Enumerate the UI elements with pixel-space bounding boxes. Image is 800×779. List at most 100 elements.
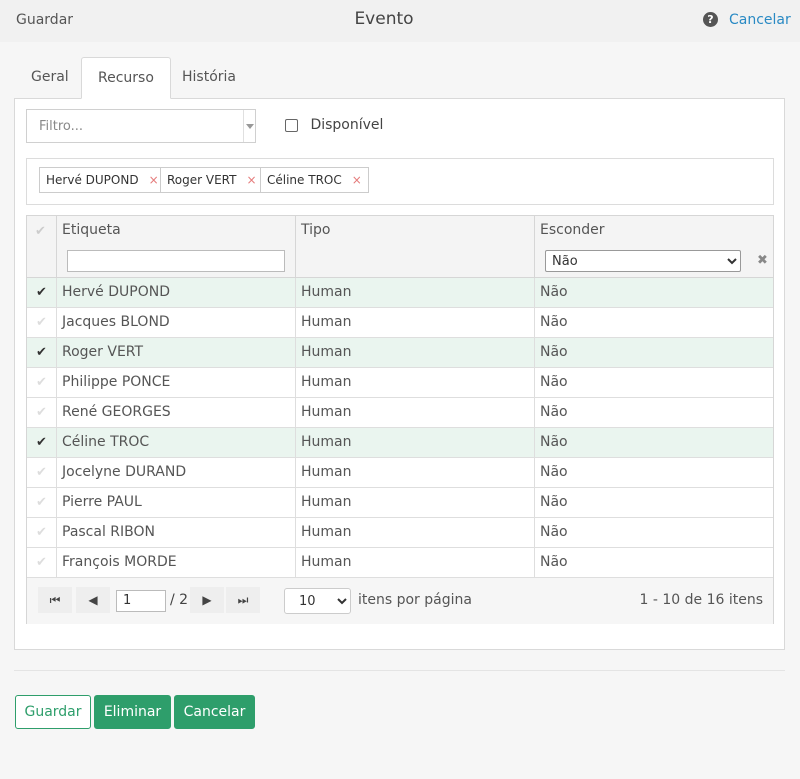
row-check-cell[interactable]: ✔ xyxy=(27,308,57,337)
next-page-icon[interactable]: ▶ xyxy=(190,587,224,613)
chip-celine-troc: Céline TROC × xyxy=(260,167,369,193)
cell-type: Human xyxy=(296,368,535,397)
available-label: Disponível xyxy=(310,117,384,133)
cell-label: François MORDE xyxy=(57,548,296,577)
selected-resources: Hervé DUPOND × Roger VERT × Céline TROC × xyxy=(26,158,774,205)
esconder-filter-select[interactable]: Não xyxy=(545,250,741,272)
page-title: Evento xyxy=(354,9,414,29)
cell-type: Human xyxy=(296,338,535,367)
chip-label: Roger VERT xyxy=(167,173,237,187)
row-check-cell[interactable]: ✔ xyxy=(27,488,57,517)
check-icon: ✔ xyxy=(35,224,46,239)
cell-hide: Não xyxy=(540,374,568,390)
row-check-cell[interactable]: ✔ xyxy=(27,368,57,397)
cell-hide: Não xyxy=(540,554,568,570)
column-label-tipo: Tipo xyxy=(301,222,331,238)
cell-label: Céline TROC xyxy=(57,428,296,457)
cell-label: Jacques BLOND xyxy=(57,308,296,337)
pager: ⏮ ◀ 1 / 2 ▶ ⏭ 10 itens por página 1 - 10… xyxy=(27,578,773,624)
cell-hide: Não xyxy=(540,344,568,360)
filter-input[interactable] xyxy=(27,110,243,142)
divider xyxy=(14,670,785,671)
prev-page-icon[interactable]: ◀ xyxy=(76,587,110,613)
table-row[interactable]: ✔ François MORDE Human Não xyxy=(27,548,773,578)
close-icon[interactable]: × xyxy=(246,173,256,187)
table-row[interactable]: ✔ Roger VERT Human Não xyxy=(27,338,773,368)
cell-hide: Não xyxy=(540,524,568,540)
cell-hide: Não xyxy=(540,434,568,450)
check-icon: ✔ xyxy=(36,285,47,300)
check-icon: ✔ xyxy=(36,375,47,390)
cell-hide: Não xyxy=(540,464,568,480)
etiqueta-filter-input[interactable] xyxy=(67,250,285,272)
top-cancel-link[interactable]: Cancelar xyxy=(729,12,791,28)
row-check-cell[interactable]: ✔ xyxy=(27,548,57,577)
available-toggle[interactable]: Disponível xyxy=(285,117,383,133)
close-icon[interactable]: × xyxy=(352,173,362,187)
cancel-button[interactable]: Cancelar xyxy=(174,695,255,729)
header-check-cell[interactable]: ✔ xyxy=(27,216,57,277)
cell-label: Jocelyne DURAND xyxy=(57,458,296,487)
range-label: 1 - 10 de 16 itens xyxy=(639,592,764,608)
row-check-cell[interactable]: ✔ xyxy=(27,278,57,307)
table-row[interactable]: ✔ Hervé DUPOND Human Não xyxy=(27,278,773,308)
check-icon: ✔ xyxy=(36,315,47,330)
tab-recurso[interactable]: Recurso xyxy=(81,57,171,99)
cell-label: Roger VERT xyxy=(57,338,296,367)
row-check-cell[interactable]: ✔ xyxy=(27,338,57,367)
chip-roger-vert: Roger VERT × xyxy=(160,167,264,193)
check-icon: ✔ xyxy=(36,435,47,450)
cell-hide: Não xyxy=(540,314,568,330)
delete-button[interactable]: Eliminar xyxy=(94,695,171,729)
check-icon: ✔ xyxy=(36,525,47,540)
chevron-down-icon[interactable] xyxy=(243,110,255,142)
table-row[interactable]: ✔ Pascal RIBON Human Não xyxy=(27,518,773,548)
row-check-cell[interactable]: ✔ xyxy=(27,458,57,487)
clear-filter-icon[interactable]: ✖ xyxy=(757,253,768,268)
table-row[interactable]: ✔ Philippe PONCE Human Não xyxy=(27,368,773,398)
chip-label: Hervé DUPOND xyxy=(46,173,139,187)
page-number-input[interactable]: 1 xyxy=(116,590,166,612)
cell-type: Human xyxy=(296,518,535,547)
row-check-cell[interactable]: ✔ xyxy=(27,518,57,547)
row-check-cell[interactable]: ✔ xyxy=(27,428,57,457)
table-row[interactable]: ✔ René GEORGES Human Não xyxy=(27,398,773,428)
column-label-etiqueta: Etiqueta xyxy=(62,222,121,238)
cell-hide: Não xyxy=(540,284,568,300)
table-row[interactable]: ✔ Pierre PAUL Human Não xyxy=(27,488,773,518)
column-label-esconder: Esconder xyxy=(540,222,605,238)
top-bar: Guardar Evento ? Cancelar xyxy=(0,0,800,42)
cell-label: René GEORGES xyxy=(57,398,296,427)
check-icon: ✔ xyxy=(36,465,47,480)
cell-type: Human xyxy=(296,428,535,457)
help-icon[interactable]: ? xyxy=(703,12,718,27)
table-row[interactable]: ✔ Jacques BLOND Human Não xyxy=(27,308,773,338)
save-button[interactable]: Guardar xyxy=(15,695,91,729)
tab-geral[interactable]: Geral xyxy=(15,57,85,99)
header-tipo[interactable]: Tipo xyxy=(296,216,535,277)
cell-type: Human xyxy=(296,458,535,487)
chip-herve-dupond: Hervé DUPOND × xyxy=(39,167,166,193)
cell-label: Pascal RIBON xyxy=(57,518,296,547)
cell-type: Human xyxy=(296,488,535,517)
cell-label: Philippe PONCE xyxy=(57,368,296,397)
table-row[interactable]: ✔ Céline TROC Human Não xyxy=(27,428,773,458)
per-page-label: itens por página xyxy=(358,592,472,608)
cell-type: Human xyxy=(296,398,535,427)
first-page-icon[interactable]: ⏮ xyxy=(38,587,72,613)
grid-header: ✔ Etiqueta Tipo Esconder Não ✖ xyxy=(27,216,773,278)
close-icon[interactable]: × xyxy=(149,173,159,187)
resource-grid: ✔ Etiqueta Tipo Esconder Não ✖ ✔ Hervé DU… xyxy=(26,215,774,624)
table-row[interactable]: ✔ Jocelyne DURAND Human Não xyxy=(27,458,773,488)
last-page-icon[interactable]: ⏭ xyxy=(226,587,260,613)
row-check-cell[interactable]: ✔ xyxy=(27,398,57,427)
page-size-select[interactable]: 10 xyxy=(284,588,351,614)
filter-combobox xyxy=(26,109,256,143)
tab-historia[interactable]: História xyxy=(166,57,252,99)
check-icon: ✔ xyxy=(36,345,47,360)
cell-type: Human xyxy=(296,308,535,337)
check-icon: ✔ xyxy=(36,555,47,570)
check-icon: ✔ xyxy=(36,495,47,510)
available-checkbox[interactable] xyxy=(285,118,298,132)
chip-label: Céline TROC xyxy=(267,173,342,187)
